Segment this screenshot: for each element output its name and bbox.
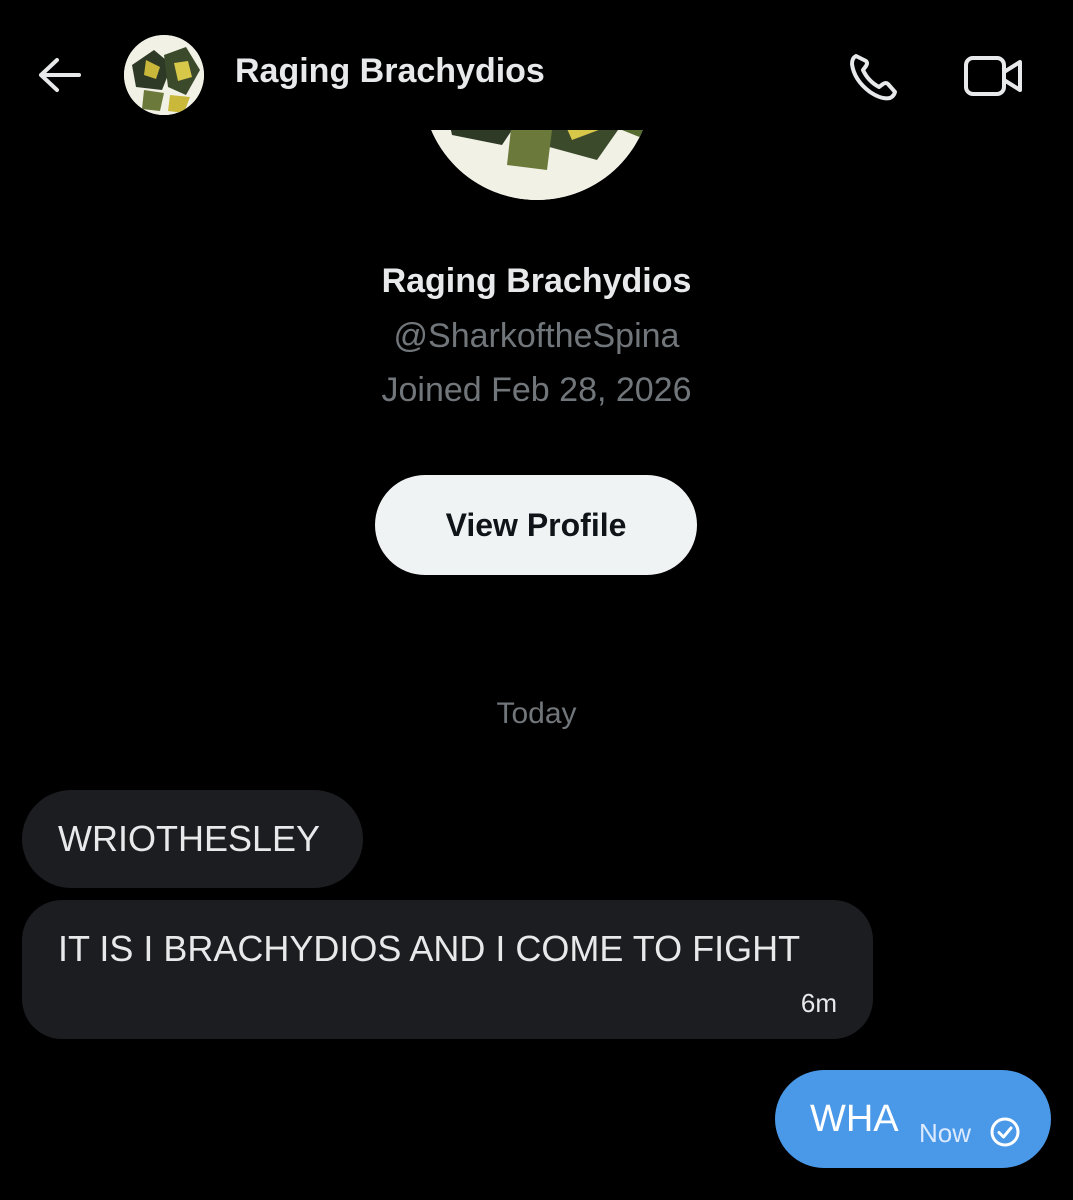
- message-bubble-outgoing[interactable]: WHA Now: [775, 1070, 1051, 1168]
- phone-icon: [850, 54, 897, 101]
- arrow-left-icon: [39, 58, 81, 92]
- message-timestamp: 6m: [800, 988, 837, 1018]
- message-text: IT IS I BRACHYDIOS AND I COME TO FIGHT: [58, 928, 801, 969]
- message-bubble-incoming[interactable]: IT IS I BRACHYDIOS AND I COME TO FIGHT 6…: [22, 900, 873, 1039]
- view-profile-button[interactable]: View Profile: [375, 475, 697, 575]
- avatar-art: [124, 35, 204, 115]
- voice-call-button[interactable]: [846, 50, 902, 102]
- conversation-header: Raging Brachydios: [0, 0, 1073, 130]
- message-bubble-incoming[interactable]: WRIOTHESLEY: [22, 790, 363, 888]
- back-button[interactable]: [30, 50, 88, 100]
- check-circle-icon: [990, 1117, 1020, 1147]
- message-timestamp: Now: [919, 1118, 972, 1148]
- header-title: Raging Brachydios: [235, 52, 545, 90]
- message-text: WHA: [810, 1098, 899, 1140]
- header-avatar[interactable]: [124, 35, 204, 115]
- profile-joined-date: Joined Feb 28, 2026: [381, 371, 692, 409]
- video-camera-icon: [964, 56, 1022, 96]
- video-call-button[interactable]: [962, 52, 1026, 100]
- message-text: WRIOTHESLEY: [58, 818, 321, 859]
- profile-handle: @SharkoftheSpina: [393, 317, 680, 355]
- day-divider: Today: [496, 697, 577, 730]
- profile-name: Raging Brachydios: [381, 262, 692, 300]
